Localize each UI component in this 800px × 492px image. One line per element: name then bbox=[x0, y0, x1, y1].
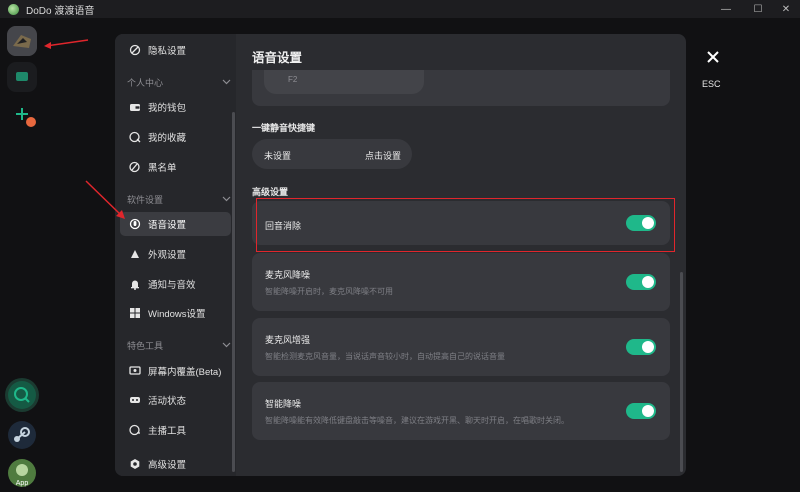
mic-noise-reduction-toggle[interactable] bbox=[626, 274, 656, 290]
settings-panel: 隐私设置 个人中心 我的钱包 我的收藏 黑名单 软件设置 语音设置 外观设置 通… bbox=[115, 34, 686, 476]
toggle-knob bbox=[642, 405, 654, 417]
sidebar-item-advanced[interactable]: 高级设置 bbox=[120, 452, 231, 476]
setting-title: 智能降噪 bbox=[265, 399, 302, 409]
setting-smart-noise-reduction: 智能降噪 智能降噪能有效降低键盘敲击等噪音，建议在游戏开黑、聊天时开启，在唱歌时… bbox=[252, 382, 670, 440]
group-special-tools[interactable]: 特色工具 bbox=[127, 338, 231, 352]
app-logo-icon bbox=[8, 3, 19, 15]
sidebar-item-favorites[interactable]: 我的收藏 bbox=[120, 125, 231, 149]
explore-icon[interactable] bbox=[5, 378, 39, 412]
window-title: DoDo 渡渡语音 bbox=[26, 5, 95, 17]
chevron-down-icon bbox=[222, 342, 231, 348]
sidebar-item-label: 外观设置 bbox=[148, 250, 187, 261]
close-window-button[interactable]: ✕ bbox=[770, 0, 800, 18]
add-server-icon[interactable] bbox=[7, 100, 37, 130]
title-bar: DoDo 渡渡语音 — ☐ ✕ bbox=[0, 0, 800, 18]
hotkey-value: 未设置 bbox=[264, 151, 292, 161]
group-label: 特色工具 bbox=[127, 340, 164, 351]
palette-icon bbox=[128, 247, 142, 261]
chevron-down-icon bbox=[222, 79, 231, 85]
sidebar-item-voice[interactable]: 语音设置 bbox=[120, 212, 231, 236]
chevron-down-icon bbox=[222, 196, 231, 202]
microphone-icon bbox=[128, 217, 142, 231]
hotkey-section-label: 一键静音快捷键 bbox=[252, 123, 316, 133]
sidebar-item-label: 活动状态 bbox=[148, 396, 187, 407]
mute-hotkey-field[interactable]: 未设置 点击设置 bbox=[252, 139, 412, 169]
group-label: 个人中心 bbox=[127, 77, 164, 88]
block-icon bbox=[128, 160, 142, 174]
sidebar-item-label: 语音设置 bbox=[148, 220, 187, 231]
app-server-icon[interactable]: App bbox=[5, 456, 39, 490]
group-software-settings[interactable]: 软件设置 bbox=[127, 192, 231, 206]
mic-enhance-toggle[interactable] bbox=[626, 339, 656, 355]
group-personal-center[interactable]: 个人中心 bbox=[127, 75, 231, 89]
user-avatar[interactable] bbox=[7, 26, 37, 56]
setting-description: 智能检测麦克风音量，当说话声音较小时，自动提高自己的说话音量 bbox=[265, 352, 505, 361]
sidebar-item-appearance[interactable]: 外观设置 bbox=[120, 242, 231, 266]
echo-cancellation-toggle[interactable] bbox=[626, 215, 656, 231]
sidebar-item-label: 主播工具 bbox=[148, 426, 187, 437]
sidebar-item-label: 我的钱包 bbox=[148, 103, 187, 114]
chat-icon[interactable] bbox=[7, 62, 37, 92]
advanced-section-label: 高级设置 bbox=[252, 187, 289, 197]
sidebar-item-label: 隐私设置 bbox=[148, 46, 187, 57]
sidebar-item-windows[interactable]: Windows设置 bbox=[120, 301, 231, 325]
shield-icon bbox=[128, 43, 142, 57]
smart-noise-reduction-toggle[interactable] bbox=[626, 403, 656, 419]
setting-mic-noise-reduction: 麦克风降噪 智能降噪开启时，麦克风降噪不可用 bbox=[252, 253, 670, 311]
setting-title: 麦克风降噪 bbox=[265, 270, 311, 280]
group-label: 软件设置 bbox=[127, 194, 164, 205]
toggle-knob bbox=[642, 341, 654, 353]
wallet-icon bbox=[128, 100, 142, 114]
sidebar-item-overlay[interactable]: 屏幕内覆盖(Beta) bbox=[120, 359, 231, 383]
sidebar-item-label: 通知与音效 bbox=[148, 280, 196, 291]
sidebar-item-streamer[interactable]: 主播工具 bbox=[120, 418, 231, 442]
gear-icon bbox=[128, 457, 142, 471]
star-icon bbox=[128, 130, 142, 144]
sidebar-scrollbar[interactable] bbox=[232, 112, 235, 472]
hotkey-set-button[interactable]: 点击设置 bbox=[365, 149, 401, 162]
setting-echo-cancellation: 回音消除 bbox=[252, 201, 670, 245]
minimize-button[interactable]: — bbox=[710, 0, 742, 18]
sidebar-item-activity[interactable]: 活动状态 bbox=[120, 388, 231, 412]
sidebar-item-label: Windows设置 bbox=[148, 309, 206, 320]
content-scrollbar[interactable] bbox=[680, 272, 683, 472]
setting-mic-enhance: 麦克风增强 智能检测麦克风音量，当说话声音较小时，自动提高自己的说话音量 bbox=[252, 318, 670, 376]
svg-text:App: App bbox=[16, 480, 29, 487]
close-icon bbox=[707, 51, 719, 63]
settings-content: 语音设置 F2 一键静音快捷键 未设置 点击设置 高级设置 回音消除 麦克风降噪… bbox=[236, 34, 686, 476]
toggle-knob bbox=[642, 217, 654, 229]
overlay-icon bbox=[128, 364, 142, 378]
sidebar-item-notification[interactable]: 通知与音效 bbox=[120, 272, 231, 296]
sidebar-item-label: 高级设置 bbox=[148, 460, 187, 471]
bell-icon bbox=[128, 277, 142, 291]
gamepad-icon bbox=[128, 393, 142, 407]
streamer-icon bbox=[128, 423, 142, 437]
sidebar-item-blacklist[interactable]: 黑名单 bbox=[120, 155, 231, 179]
server-rail: App bbox=[0, 18, 44, 492]
setting-title: 回音消除 bbox=[265, 221, 302, 231]
setting-description: 智能降噪开启时，麦克风降噪不可用 bbox=[265, 287, 393, 296]
sidebar-item-privacy[interactable]: 隐私设置 bbox=[120, 38, 231, 62]
sidebar-item-label: 黑名单 bbox=[148, 163, 177, 174]
esc-close-button[interactable] bbox=[700, 44, 726, 70]
setting-title: 麦克风增强 bbox=[265, 335, 311, 345]
sidebar-item-label: 屏幕内覆盖(Beta) bbox=[148, 367, 222, 378]
partial-card: F2 bbox=[252, 70, 670, 106]
setting-description: 智能降噪能有效降低键盘敲击等噪音，建议在游戏开黑、聊天时开启，在唱歌时关闭。 bbox=[265, 416, 569, 425]
esc-label: ESC bbox=[702, 79, 721, 89]
page-title: 语音设置 bbox=[252, 51, 303, 65]
partial-hotkey-field[interactable]: F2 bbox=[264, 70, 424, 94]
annotation-arrow-avatar bbox=[44, 39, 89, 49]
steam-icon[interactable] bbox=[5, 418, 39, 452]
windows-icon bbox=[128, 306, 142, 320]
partial-hotkey-value: F2 bbox=[288, 75, 298, 84]
toggle-knob bbox=[642, 276, 654, 288]
settings-sidebar: 隐私设置 个人中心 我的钱包 我的收藏 黑名单 软件设置 语音设置 外观设置 通… bbox=[115, 34, 236, 476]
sidebar-item-label: 我的收藏 bbox=[148, 133, 187, 144]
sidebar-item-wallet[interactable]: 我的钱包 bbox=[120, 95, 231, 119]
